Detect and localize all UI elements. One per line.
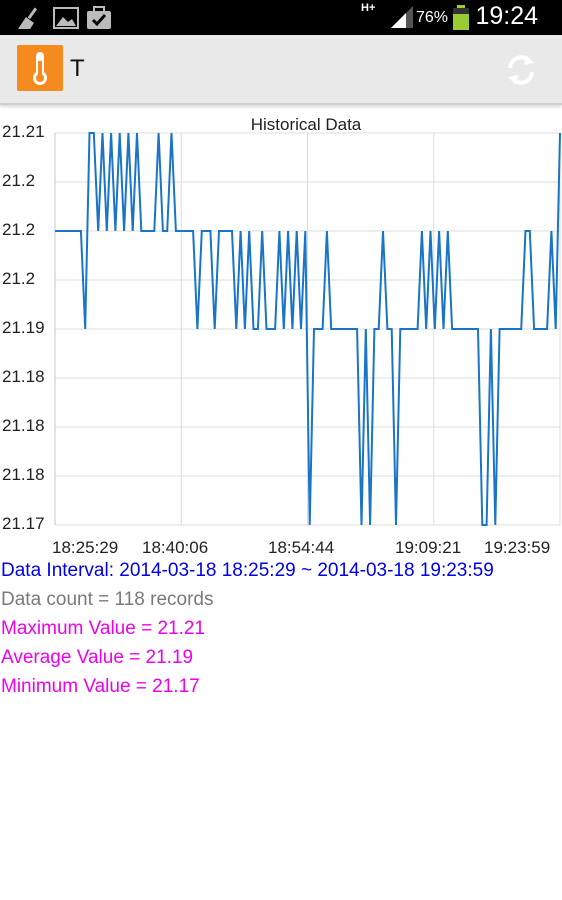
maximum-value-text: Maximum Value = 21.21: [1, 618, 205, 639]
x-tick-label: 19:09:21: [395, 538, 462, 557]
y-tick-label: 21.21: [2, 122, 45, 141]
battery-icon: [453, 5, 469, 30]
y-tick-label: 21.2: [2, 171, 36, 190]
app-title: T: [70, 55, 85, 82]
x-tick-label: 18:54:44: [268, 538, 335, 557]
x-tick-label: 19:23:59: [484, 538, 551, 557]
refresh-icon[interactable]: [500, 49, 542, 91]
signal-icon: [391, 6, 413, 28]
clock: 19:24: [475, 2, 538, 30]
status-bar: H+ 76% 19:24: [0, 0, 562, 35]
y-tick-label: 21.2: [2, 269, 36, 288]
thermometer-icon[interactable]: [17, 45, 63, 91]
y-tick-label: 21.18: [2, 367, 45, 386]
y-tick-label: 21.18: [2, 416, 45, 435]
action-bar: T: [0, 35, 562, 105]
chart-plot-area: [54, 132, 561, 526]
chart-title: Historical Data: [250, 115, 362, 134]
broom-icon: [18, 7, 38, 29]
minimum-value-text: Minimum Value = 21.17: [1, 676, 200, 697]
image-icon: [53, 7, 79, 29]
historical-data-chart: Historical Data 21.21 21.2 21.2 21.2 21.19 21…: [0, 110, 562, 560]
briefcase-check-icon: [87, 6, 111, 29]
y-tick-label: 21.2: [2, 220, 36, 239]
x-tick-label: 18:25:29: [52, 538, 119, 557]
data-count-text: Data count = 118 records: [1, 589, 214, 610]
battery-percent: 76%: [416, 9, 449, 26]
data-interval-text: Data Interval: 2014-03-18 18:25:29 ~ 201…: [1, 560, 494, 581]
average-value-text: Average Value = 21.19: [1, 647, 194, 668]
x-tick-label: 18:40:06: [142, 538, 209, 557]
network-type: H+: [361, 2, 376, 14]
y-tick-label: 21.18: [2, 465, 45, 484]
y-tick-label: 21.19: [2, 318, 45, 337]
y-tick-label: 21.17: [2, 514, 45, 533]
